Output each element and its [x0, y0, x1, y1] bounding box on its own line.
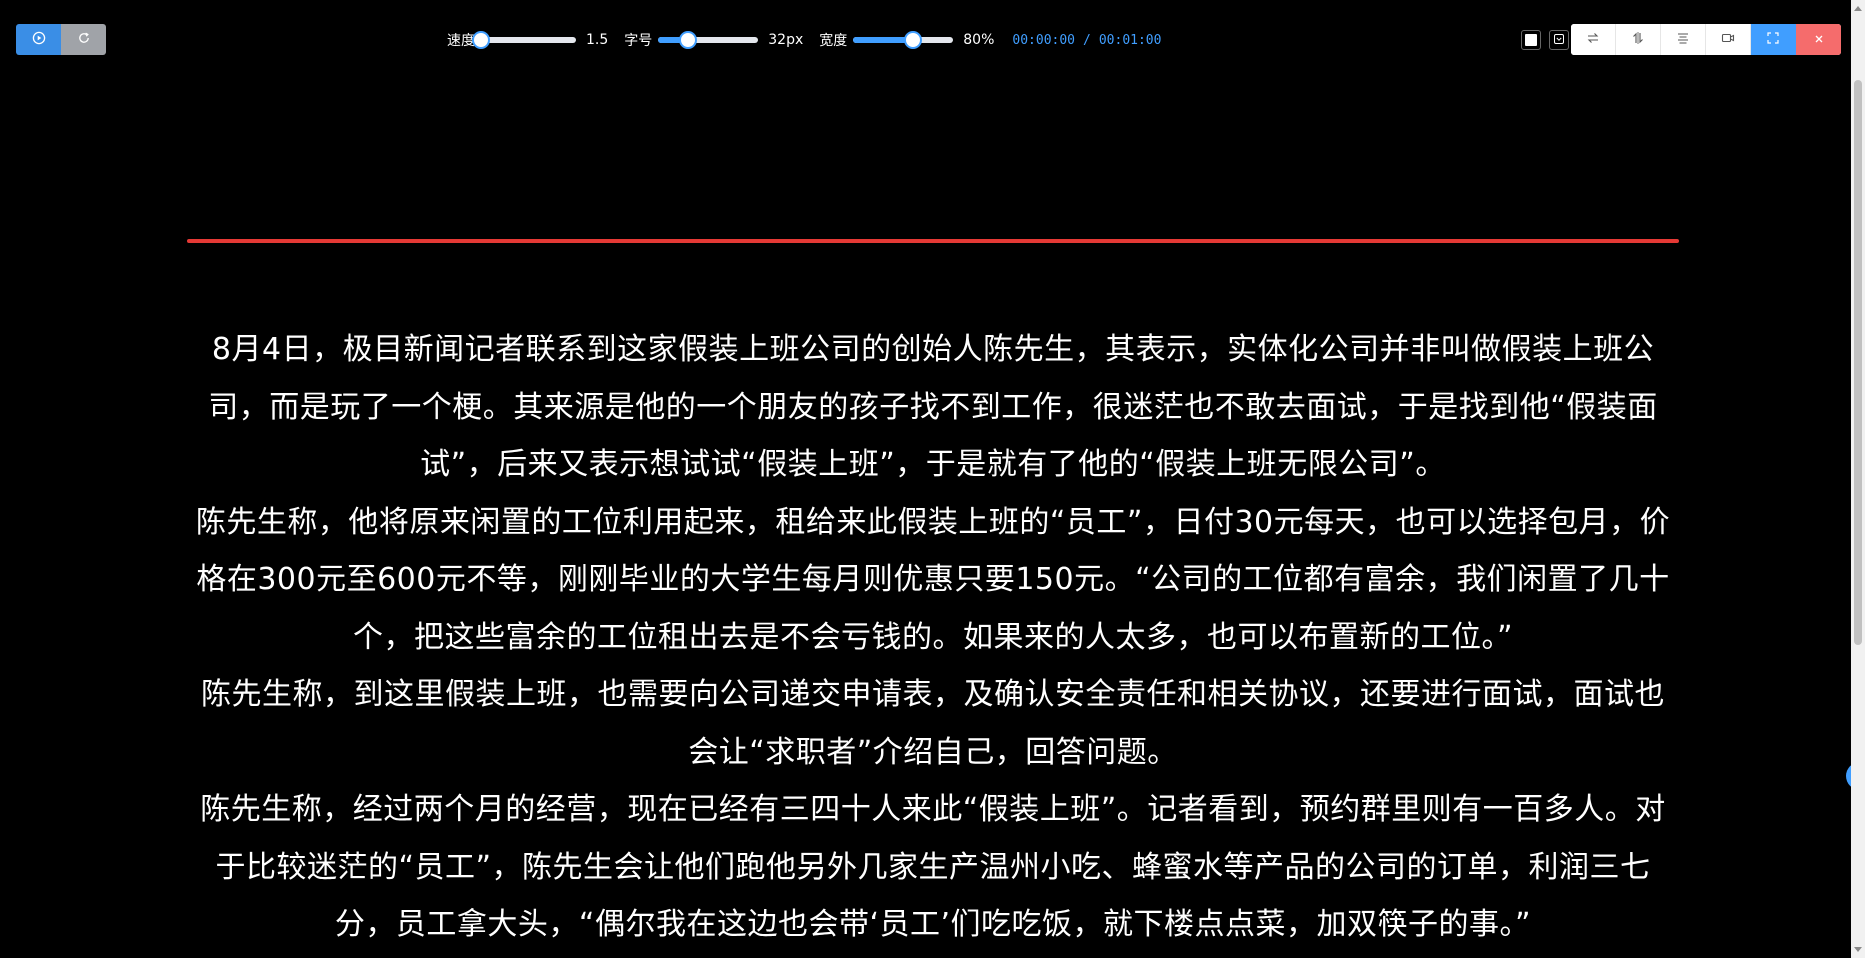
- refresh-icon: [77, 31, 91, 48]
- reset-button[interactable]: [61, 24, 106, 55]
- camera-button[interactable]: [1706, 24, 1751, 55]
- flip-horizontal-icon: [1586, 30, 1600, 49]
- vertical-scrollbar[interactable]: [1851, 0, 1865, 958]
- paragraph: 陈先生称，经过两个月的经营，现在已经有三四十人来此“假装上班”。记者看到，预约群…: [200, 792, 1666, 942]
- paragraph: 陈先生称，到这里假装上班，也需要向公司递交申请表，及确认安全责任和相关协议，还要…: [201, 677, 1665, 770]
- width-label: 宽度: [819, 33, 848, 49]
- time-separator: /: [1083, 32, 1091, 48]
- scrollbar-thumb[interactable]: [1854, 80, 1862, 645]
- width-slider[interactable]: [853, 31, 954, 49]
- time-total: 00:01:00: [1098, 32, 1162, 48]
- speed-slider-thumb[interactable]: [472, 31, 490, 49]
- time-elapsed: 00:00:00: [1012, 32, 1076, 48]
- paragraph: 8月4日，极目新闻记者联系到这家假装上班公司的创始人陈先生，其表示，实体化公司并…: [208, 332, 1658, 482]
- reading-guide-line: [187, 239, 1679, 243]
- font-size-label: 字号: [624, 33, 653, 49]
- font-size-slider[interactable]: [658, 31, 759, 49]
- width-value: 80%: [963, 32, 995, 48]
- width-slider-thumb[interactable]: [904, 31, 923, 49]
- mirror-toggle[interactable]: [1549, 29, 1569, 50]
- text-color-picker[interactable]: [1521, 29, 1541, 50]
- video-camera-icon: [1721, 30, 1735, 49]
- font-size-value: 32px: [768, 32, 804, 48]
- align-center-icon: [1676, 30, 1690, 49]
- teleprompter-app: 速度 1.5 字号 32px 宽度 80% 00:00:00 / 00:01:00: [0, 0, 1865, 958]
- fullscreen-icon: [1766, 30, 1780, 49]
- speed-value: 1.5: [586, 32, 609, 48]
- close-button[interactable]: [1796, 24, 1841, 55]
- flip-vertical-icon: [1631, 30, 1645, 49]
- view-controls: [1521, 24, 1841, 55]
- speed-label: 速度: [447, 33, 475, 49]
- speed-slider[interactable]: [472, 31, 576, 49]
- align-center-button[interactable]: [1661, 24, 1706, 55]
- font-size-slider-thumb[interactable]: [679, 31, 698, 49]
- checkbox-chevron-icon: [1553, 30, 1565, 49]
- play-circle-icon: [32, 31, 46, 48]
- fullscreen-button[interactable]: [1751, 24, 1796, 55]
- settings-bar: 速度 1.5 字号 32px 宽度 80% 00:00:00 / 00:01:00: [447, 29, 1161, 51]
- close-icon: [1813, 30, 1825, 49]
- flip-horizontal-button[interactable]: [1571, 24, 1616, 55]
- scroll-down-arrow-icon[interactable]: [1854, 947, 1862, 952]
- teleprompter-text: 8月4日，极目新闻记者联系到这家假装上班公司的创始人陈先生，其表示，实体化公司并…: [187, 321, 1679, 954]
- text-color-swatch: [1525, 33, 1537, 46]
- playback-controls: [16, 24, 106, 55]
- play-button[interactable]: [16, 24, 61, 55]
- flip-vertical-button[interactable]: [1616, 24, 1661, 55]
- paragraph: 陈先生称，他将原来闲置的工位利用起来，租给来此假装上班的“员工”，日付30元每天…: [195, 504, 1671, 655]
- time-display: 00:00:00 / 00:01:00: [1012, 33, 1161, 48]
- view-button-group: [1571, 24, 1841, 55]
- scroll-up-arrow-icon[interactable]: [1854, 6, 1862, 11]
